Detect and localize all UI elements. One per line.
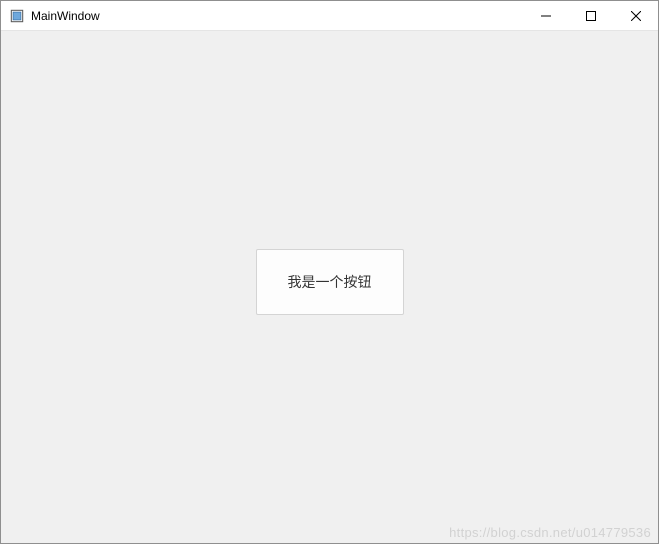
window-title: MainWindow (31, 9, 523, 23)
main-window: MainWindow 我是一个按钮 (0, 0, 659, 544)
maximize-button[interactable] (568, 1, 613, 30)
close-button[interactable] (613, 1, 658, 30)
client-area: 我是一个按钮 (1, 31, 658, 543)
window-controls (523, 1, 658, 30)
minimize-button[interactable] (523, 1, 568, 30)
app-icon (9, 8, 25, 24)
center-button[interactable]: 我是一个按钮 (256, 249, 404, 315)
titlebar: MainWindow (1, 1, 658, 31)
